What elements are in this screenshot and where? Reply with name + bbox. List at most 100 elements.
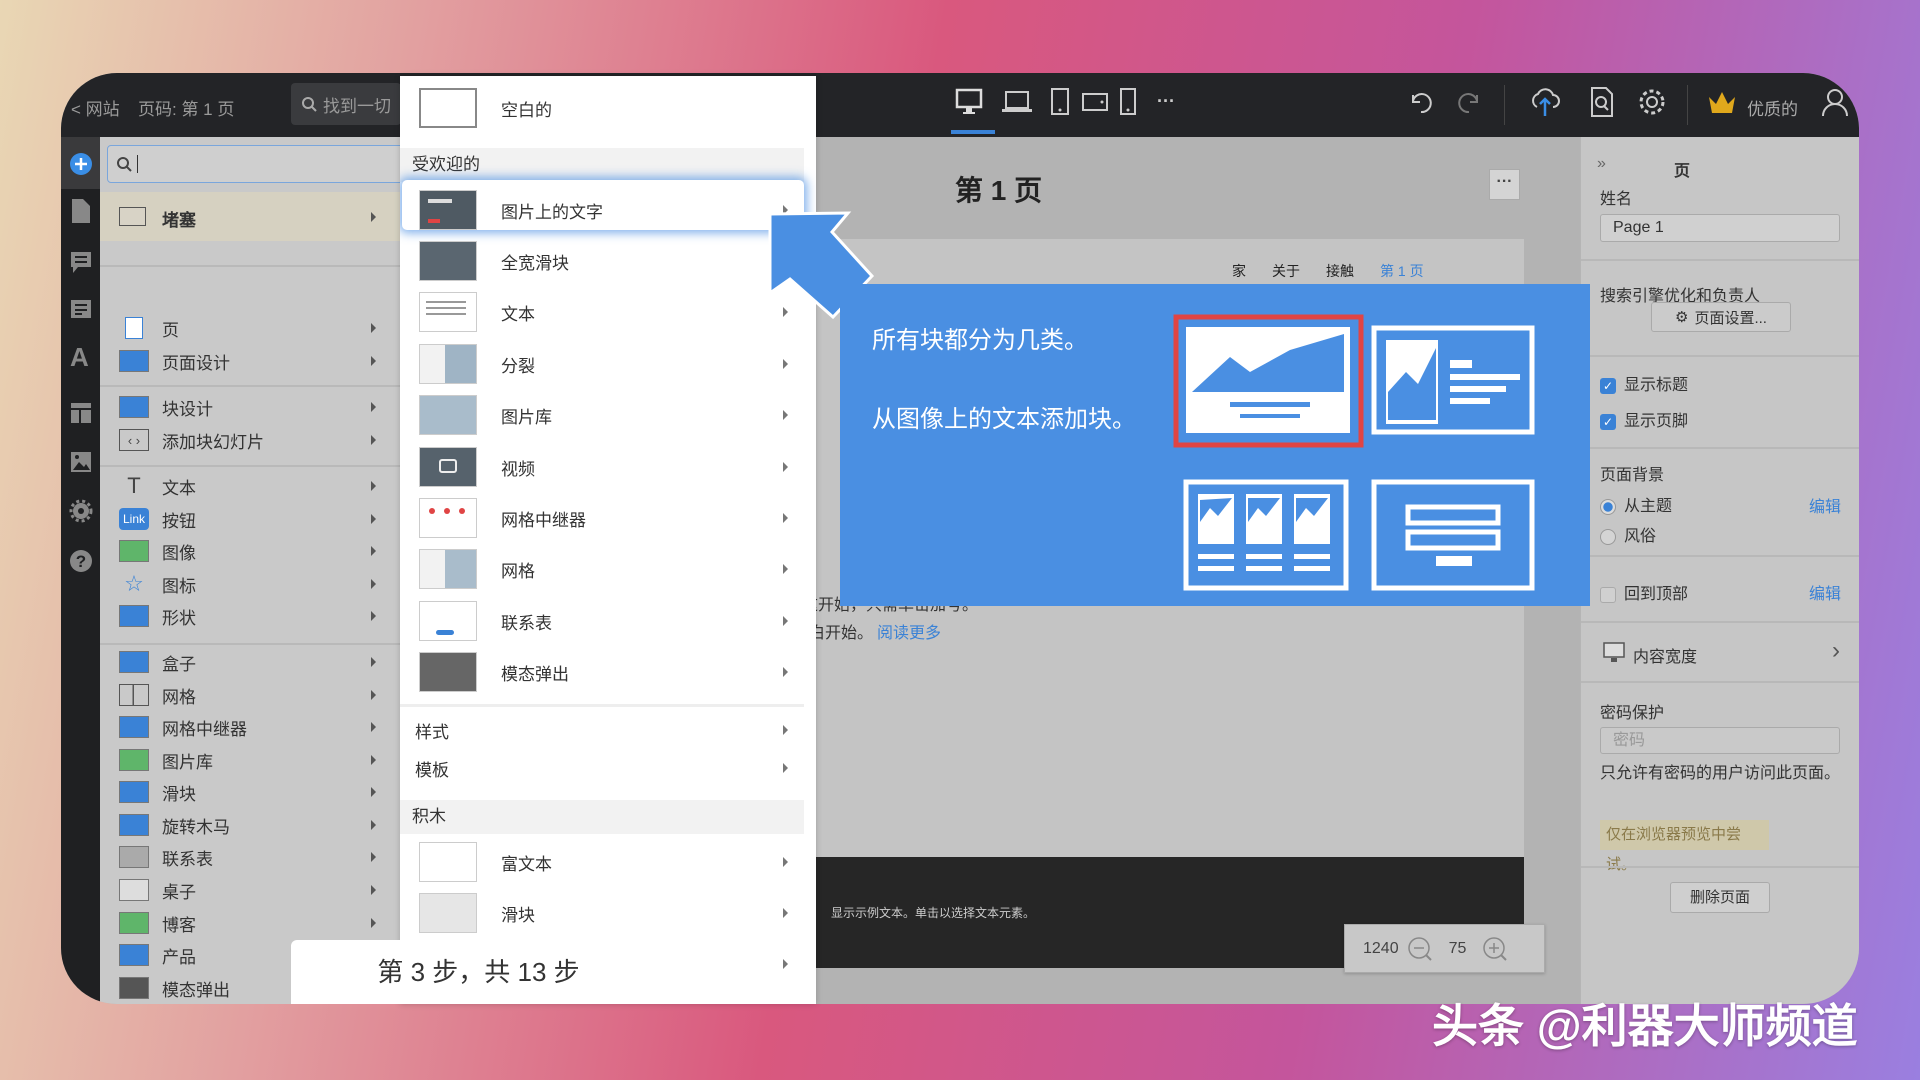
page-name-input[interactable]: Page 1 bbox=[1600, 214, 1840, 242]
user-account-icon[interactable] bbox=[1821, 87, 1849, 117]
global-search[interactable]: 找到一切 bbox=[291, 83, 401, 125]
premium-label[interactable]: 优质的 bbox=[1747, 95, 1798, 120]
page-options-button[interactable]: ··· bbox=[1489, 169, 1520, 200]
menu-item-contact-form[interactable]: 联系表 bbox=[400, 597, 816, 645]
menu-item-split[interactable]: 分裂 bbox=[400, 340, 816, 388]
layout-icon[interactable] bbox=[70, 402, 92, 424]
category-gallery[interactable]: 图片库 bbox=[100, 744, 400, 776]
category-grid-repeater[interactable]: 网格中继器 bbox=[100, 711, 400, 743]
category-slider[interactable]: 滑块 bbox=[100, 776, 400, 808]
read-more-link[interactable]: 阅读更多 bbox=[877, 625, 941, 642]
table-icon bbox=[119, 879, 149, 901]
menu-item-modal[interactable]: 模态弹出 bbox=[400, 648, 816, 696]
edit-back-to-top-link[interactable]: 编辑 bbox=[1809, 580, 1841, 604]
menu-item-gallery[interactable]: 图片库 bbox=[400, 391, 816, 439]
phone-icon[interactable] bbox=[1119, 87, 1137, 117]
body-text-line-2[interactable]: 从预设块或空白开始。阅读更多 bbox=[816, 619, 941, 643]
zoom-out-icon[interactable] bbox=[1407, 936, 1433, 962]
element-search-input[interactable] bbox=[107, 145, 400, 183]
tutorial-step-counter: 第 3 步，共 13 步 bbox=[291, 940, 666, 1004]
collapse-panel-icon[interactable]: » bbox=[1597, 155, 1606, 173]
gear-icon[interactable] bbox=[69, 499, 93, 523]
divider bbox=[100, 385, 400, 387]
nav-page-1[interactable]: 第 1 页 bbox=[1380, 263, 1424, 279]
preview-icon[interactable] bbox=[1589, 86, 1615, 118]
show-footer-checkbox[interactable]: ✓显示页脚 bbox=[1600, 407, 1688, 431]
content-width-row[interactable]: 内容宽度 › bbox=[1581, 623, 1859, 681]
delete-page-button[interactable]: 删除页面 bbox=[1670, 882, 1770, 913]
menu-item-block-rich-text[interactable]: 富文本 bbox=[400, 838, 816, 886]
chevron-right-icon bbox=[371, 657, 376, 667]
category-box[interactable]: 盒子 bbox=[100, 646, 400, 678]
menu-item-templates[interactable]: 模板 bbox=[400, 744, 816, 792]
category-image[interactable]: 图像 bbox=[100, 535, 400, 567]
page-settings-button[interactable]: ⚙页面设置... bbox=[1651, 302, 1791, 332]
page-indicator[interactable]: 页码: 第 1 页 bbox=[138, 95, 234, 120]
page-settings-panel: » 页 姓名 Page 1 搜索引擎优化和负责人 ⚙页面设置... ✓显示标题 … bbox=[1580, 137, 1859, 1004]
show-title-checkbox[interactable]: ✓显示标题 bbox=[1600, 371, 1688, 395]
help-icon[interactable]: ? bbox=[69, 549, 93, 573]
category-blocks-selected[interactable]: 堵塞 bbox=[100, 192, 400, 241]
back-to-website-link[interactable]: < 网站 bbox=[71, 95, 120, 120]
undo-icon[interactable] bbox=[1407, 89, 1433, 115]
edit-theme-link[interactable]: 编辑 bbox=[1809, 493, 1841, 517]
comment-icon[interactable] bbox=[70, 251, 92, 275]
menu-item-blank[interactable]: 空白的 bbox=[400, 84, 816, 132]
redo-icon[interactable] bbox=[1457, 89, 1483, 115]
form-category-icon bbox=[1374, 482, 1532, 588]
text-style-icon[interactable]: A bbox=[70, 342, 89, 373]
nav-home[interactable]: 家 bbox=[1232, 263, 1246, 279]
menu-item-grid[interactable]: 网格 bbox=[400, 545, 816, 593]
category-grid[interactable]: 网格 bbox=[100, 679, 400, 711]
menu-item-video[interactable]: 视频 bbox=[400, 443, 816, 491]
tablet-portrait-icon[interactable] bbox=[1049, 87, 1071, 117]
category-block-design[interactable]: 块设计 bbox=[100, 391, 400, 423]
chevron-right-icon bbox=[371, 514, 376, 524]
category-link-button[interactable]: Link按钮 bbox=[100, 503, 400, 535]
section-header-blocks: 积木 bbox=[400, 800, 804, 834]
menu-item-text-on-image[interactable]: 图片上的文字 bbox=[400, 186, 816, 234]
category-blog[interactable]: 博客 bbox=[100, 907, 400, 939]
slider-thumbnail bbox=[419, 893, 477, 933]
category-page[interactable]: 页 bbox=[100, 312, 400, 344]
menu-item-grid-repeater[interactable]: 网格中继器 bbox=[400, 494, 816, 542]
settings-gear-icon[interactable] bbox=[1637, 87, 1667, 117]
bg-from-theme-radio[interactable]: 从主题 bbox=[1600, 492, 1672, 516]
footer-text[interactable]: 显示示例文本。单击以选择文本元素。 bbox=[831, 904, 1035, 921]
divider bbox=[1581, 447, 1859, 449]
bg-custom-radio[interactable]: 风俗 bbox=[1600, 522, 1656, 546]
category-page-design[interactable]: 页面设计 bbox=[100, 345, 400, 377]
back-to-top-checkbox[interactable]: 回到顶部 bbox=[1600, 580, 1688, 604]
password-input[interactable]: 密码 bbox=[1600, 727, 1840, 754]
category-carousel[interactable]: 旋转木马 bbox=[100, 809, 400, 841]
category-star[interactable]: ☆图标 bbox=[100, 568, 400, 600]
page-title: 第 1 页 bbox=[955, 169, 1042, 209]
publish-cloud-icon[interactable] bbox=[1529, 85, 1561, 119]
category-table[interactable]: 桌子 bbox=[100, 874, 400, 906]
add-icon[interactable] bbox=[69, 152, 93, 176]
laptop-icon[interactable] bbox=[1001, 89, 1033, 115]
section-header-popular: 受欢迎的 bbox=[400, 148, 804, 182]
menu-item-full-slider[interactable]: 全宽滑块 bbox=[400, 237, 816, 285]
list-icon[interactable] bbox=[70, 299, 92, 321]
category-text[interactable]: T文本 bbox=[100, 470, 400, 502]
tablet-landscape-icon[interactable] bbox=[1081, 91, 1109, 113]
page-icon[interactable] bbox=[71, 198, 91, 224]
chevron-right-icon bbox=[783, 307, 788, 317]
nav-about[interactable]: 关于 bbox=[1272, 263, 1300, 279]
chevron-right-icon bbox=[783, 359, 788, 369]
product-icon bbox=[119, 944, 149, 966]
menu-item-block-slider[interactable]: 滑块 bbox=[400, 889, 816, 937]
zoom-in-icon[interactable] bbox=[1482, 936, 1508, 962]
category-contact-form[interactable]: 联系表 bbox=[100, 841, 400, 873]
desktop-icon[interactable] bbox=[954, 87, 984, 117]
category-label: 盒子 bbox=[162, 650, 196, 675]
more-devices-icon[interactable]: ··· bbox=[1157, 91, 1175, 112]
menu-item-text[interactable]: 文本 bbox=[400, 288, 816, 336]
category-block-slides[interactable]: ‹ ›添加块幻灯片 bbox=[100, 424, 400, 456]
category-shape[interactable]: 形状 bbox=[100, 600, 400, 632]
nav-contact[interactable]: 接触 bbox=[1326, 263, 1354, 279]
image-icon[interactable] bbox=[70, 451, 92, 473]
body-text: 从预设块或空白开始。 bbox=[816, 625, 873, 642]
active-device-indicator bbox=[951, 130, 995, 134]
